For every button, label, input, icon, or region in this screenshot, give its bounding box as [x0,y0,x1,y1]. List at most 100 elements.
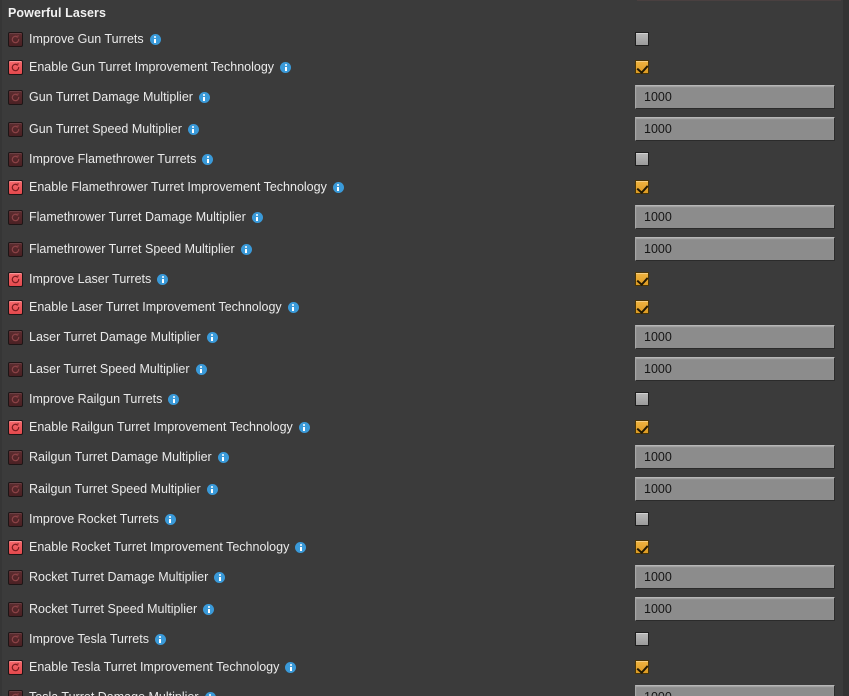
checkbox-icon[interactable] [635,180,649,194]
setting-label: Enable Tesla Turret Improvement Technolo… [29,659,280,674]
reset-icon[interactable] [8,689,23,696]
setting-label: Gun Turret Damage Multiplier [29,89,193,104]
info-icon[interactable] [206,331,218,343]
number-input[interactable]: 1000 [635,445,835,469]
info-icon[interactable] [251,211,263,223]
setting-label: Improve Rocket Turrets [29,511,159,526]
setting-row: Improve Tesla Turrets [0,625,849,653]
info-icon[interactable] [195,363,207,375]
number-input[interactable]: 1000 [635,357,835,381]
info-icon[interactable] [168,393,180,405]
checkbox-icon[interactable] [635,392,649,406]
number-input[interactable]: 1000 [635,565,835,589]
info-icon[interactable] [285,661,297,673]
checkbox-icon[interactable] [635,272,649,286]
setting-row: Railgun Turret Speed Multiplier 1000 [0,473,849,505]
setting-control [635,540,835,554]
setting-control [635,420,835,434]
reset-icon[interactable] [8,511,23,527]
checkbox-icon[interactable] [635,512,649,526]
reset-icon[interactable] [8,179,23,195]
reset-icon[interactable] [8,121,23,137]
reset-icon[interactable] [8,391,23,407]
reset-icon[interactable] [8,299,23,315]
number-input[interactable]: 1000 [635,325,835,349]
checkbox-icon[interactable] [635,300,649,314]
setting-control [635,392,835,406]
info-icon[interactable] [287,301,299,313]
reset-icon[interactable] [8,89,23,105]
number-input[interactable]: 1000 [635,117,835,141]
info-icon[interactable] [203,603,215,615]
setting-label: Enable Gun Turret Improvement Technology [29,59,275,74]
reset-icon[interactable] [8,329,23,345]
info-icon[interactable] [198,91,210,103]
setting-control: 1000 [635,205,835,229]
setting-row: Gun Turret Speed Multiplier 1000 [0,113,849,145]
setting-label: Improve Gun Turrets [29,31,144,46]
info-icon[interactable] [332,181,344,193]
info-icon[interactable] [295,541,307,553]
setting-row: Laser Turret Damage Multiplier 1000 [0,321,849,353]
setting-control: 1000 [635,477,835,501]
reset-icon[interactable] [8,601,23,617]
number-input[interactable]: 1000 [635,237,835,261]
info-icon[interactable] [217,451,229,463]
info-icon[interactable] [157,273,169,285]
number-input[interactable]: 1000 [635,205,835,229]
setting-label: Enable Laser Turret Improvement Technolo… [29,299,282,314]
setting-control [635,32,835,46]
setting-control: 1000 [635,237,835,261]
checkbox-icon[interactable] [635,632,649,646]
reset-icon[interactable] [8,569,23,585]
reset-icon[interactable] [8,209,23,225]
info-icon[interactable] [164,513,176,525]
checkbox-icon[interactable] [635,60,649,74]
setting-row: Enable Tesla Turret Improvement Technolo… [0,653,849,681]
setting-row: Tesla Turret Damage Multiplier 1000 [0,681,849,696]
info-icon[interactable] [206,483,218,495]
reset-icon[interactable] [8,31,23,47]
reset-icon[interactable] [8,449,23,465]
reset-icon[interactable] [8,151,23,167]
reset-icon[interactable] [8,419,23,435]
setting-label: Improve Railgun Turrets [29,391,163,406]
checkbox-icon[interactable] [635,152,649,166]
setting-label: Improve Flamethrower Turrets [29,151,197,166]
setting-row: Enable Gun Turret Improvement Technology [0,53,849,81]
setting-control [635,152,835,166]
info-icon[interactable] [298,421,310,433]
settings-rows: Improve Gun Turrets Enable Gun Turret Imp… [0,25,849,696]
info-icon[interactable] [204,691,216,696]
checkbox-icon[interactable] [635,32,649,46]
reset-icon[interactable] [8,539,23,555]
reset-icon[interactable] [8,631,23,647]
checkbox-icon[interactable] [635,420,649,434]
number-input[interactable]: 1000 [635,477,835,501]
reset-icon[interactable] [8,59,23,75]
info-icon[interactable] [240,243,252,255]
info-icon[interactable] [280,61,292,73]
info-icon[interactable] [187,123,199,135]
checkbox-icon[interactable] [635,660,649,674]
info-icon[interactable] [214,571,226,583]
setting-row: Improve Flamethrower Turrets [0,145,849,173]
number-input[interactable]: 1000 [635,685,835,696]
reset-icon[interactable] [8,361,23,377]
reset-icon[interactable] [8,659,23,675]
number-input[interactable]: 1000 [635,597,835,621]
reset-icon[interactable] [8,241,23,257]
setting-row: Improve Gun Turrets [0,25,849,53]
info-icon[interactable] [149,33,161,45]
setting-row: Improve Laser Turrets [0,265,849,293]
number-input[interactable]: 1000 [635,85,835,109]
setting-row: Rocket Turret Speed Multiplier 1000 [0,593,849,625]
setting-label: Laser Turret Speed Multiplier [29,361,190,376]
info-icon[interactable] [202,153,214,165]
reset-icon[interactable] [8,481,23,497]
setting-label: Rocket Turret Damage Multiplier [29,569,209,584]
info-icon[interactable] [154,633,166,645]
setting-control [635,300,835,314]
reset-icon[interactable] [8,271,23,287]
checkbox-icon[interactable] [635,540,649,554]
